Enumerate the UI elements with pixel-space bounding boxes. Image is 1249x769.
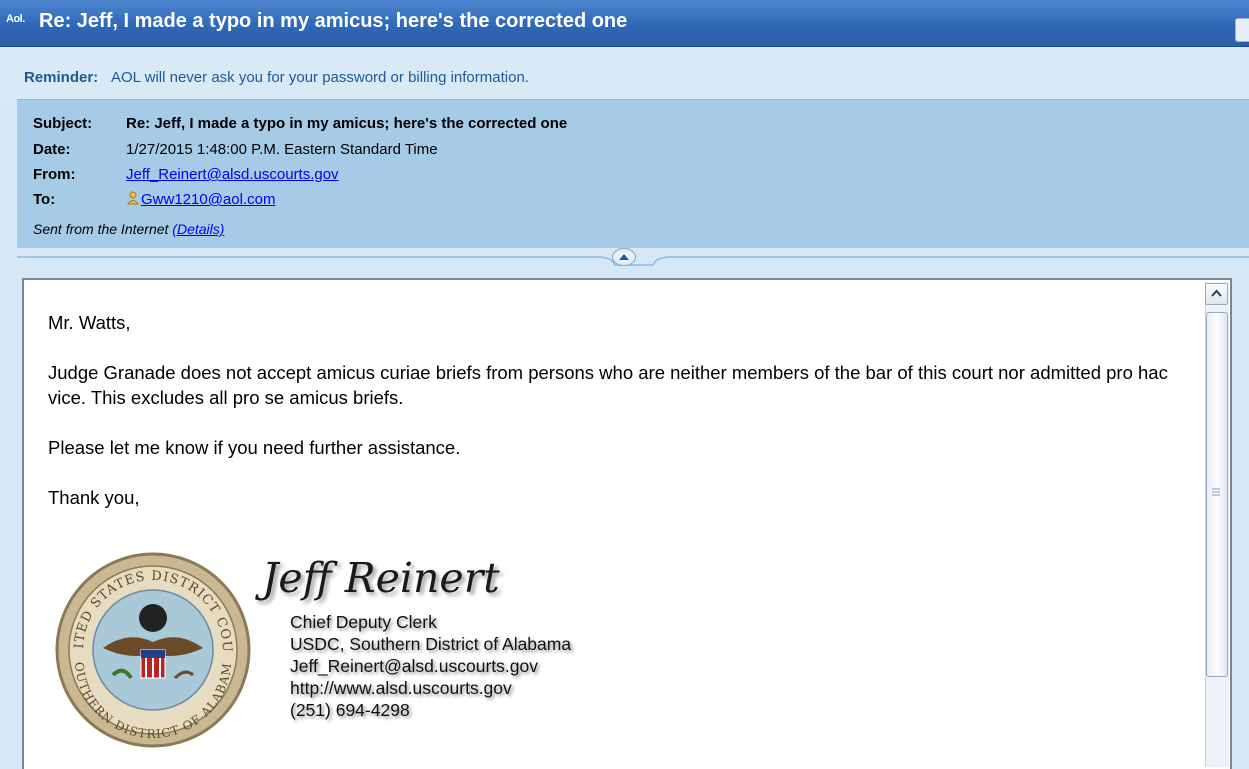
security-reminder: Reminder: AOL will never ask you for you… [0, 47, 1249, 99]
signature-name: Jeff Reinert [262, 554, 500, 602]
collapse-header-button[interactable] [612, 248, 636, 266]
signature-title: Chief Deputy Clerk [290, 612, 437, 632]
greeting: Mr. Watts, [48, 312, 131, 333]
date-label: Date: [33, 141, 71, 158]
grip-icon [1212, 488, 1220, 496]
signature-phone: (251) 694-4298 [290, 700, 410, 720]
to-address-link[interactable]: Gww1210@aol.com [141, 191, 275, 208]
person-icon [127, 191, 139, 205]
date-value: 1/27/2015 1:48:00 P.M. Eastern Standard … [126, 141, 438, 158]
chevron-up-icon [1211, 289, 1222, 297]
details-link[interactable]: (Details) [172, 221, 224, 237]
body-paragraph-2: Please let me know if you need further a… [48, 437, 461, 458]
sent-from-note: Sent from the Internet (Details) [33, 221, 224, 237]
signature-block: Chief Deputy Clerk USDC, Southern Distri… [290, 611, 571, 721]
from-address-link[interactable]: Jeff_Reinert@alsd.uscourts.gov [126, 166, 339, 183]
message-header: Subject: Re: Jeff, I made a typo in my a… [17, 99, 1249, 248]
title-bar: Aol. Re: Jeff, I made a typo in my amicu… [0, 0, 1249, 47]
to-recipient: Gww1210@aol.com [126, 191, 275, 208]
closing: Thank you, [48, 487, 140, 508]
aol-icon: Aol. [6, 13, 25, 25]
body-paragraph-1: Judge Granade does not accept amicus cur… [48, 362, 1168, 408]
signature-website: http://www.alsd.uscourts.gov [290, 678, 512, 698]
reminder-label: Reminder: [24, 69, 99, 86]
reminder-text: AOL will never ask you for your password… [111, 69, 529, 86]
from-label: From: [33, 166, 76, 183]
window-control-button[interactable] [1235, 18, 1249, 42]
sent-from-text: Sent from the Internet [33, 221, 169, 237]
chevron-up-icon [619, 254, 629, 260]
window-title: Re: Jeff, I made a typo in my amicus; he… [39, 10, 628, 32]
signature-email: Jeff_Reinert@alsd.uscourts.gov [290, 656, 538, 676]
subject-value: Re: Jeff, I made a typo in my amicus; he… [126, 115, 568, 132]
to-label: To: [33, 191, 56, 208]
scroll-up-button[interactable] [1205, 283, 1228, 305]
district-court-seal: UNITED STATES DISTRICT COURT SOUTHERN DI… [53, 550, 251, 748]
subject-label: Subject: [33, 115, 93, 132]
message-body: Mr. Watts, Judge Granade does not accept… [48, 310, 1198, 535]
signature-office: USDC, Southern District of Alabama [290, 634, 572, 654]
